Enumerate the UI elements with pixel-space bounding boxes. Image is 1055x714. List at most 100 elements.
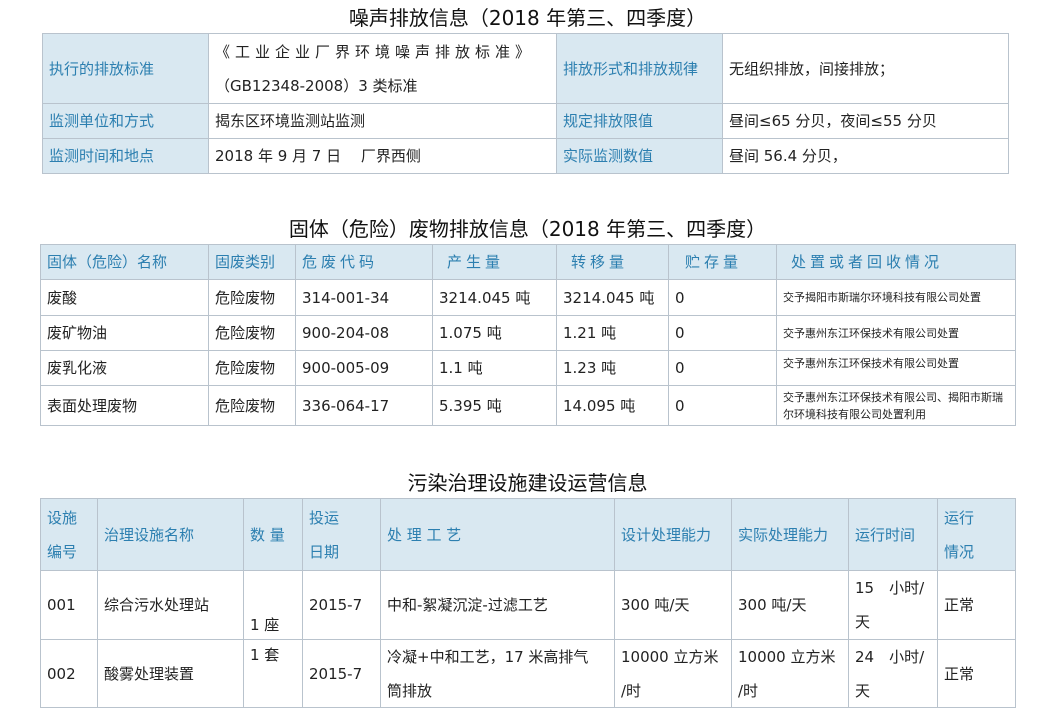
facility-header-id-line1: 设施 bbox=[47, 508, 78, 527]
waste-transferred: 3214.045 吨 bbox=[556, 279, 669, 316]
noise-table: 执行的排放标准 《工业企业厂界环境噪声排放标准》 （GB12348-2008）3… bbox=[42, 33, 1009, 174]
facility-header-status-line1: 运行 bbox=[944, 508, 975, 527]
waste-stored: 0 bbox=[668, 279, 777, 316]
facility-header-date-line2: 日期 bbox=[309, 542, 340, 561]
facility-date: 2015-7 bbox=[302, 639, 381, 708]
waste-category: 危险废物 bbox=[208, 385, 296, 426]
waste-header: 贮存量 bbox=[668, 244, 777, 280]
facility-hours-line2: 天 bbox=[855, 681, 871, 700]
facility-id: 001 bbox=[40, 570, 98, 640]
waste-stored: 0 bbox=[668, 385, 777, 426]
waste-name: 废乳化液 bbox=[40, 350, 209, 386]
waste-produced: 1.075 吨 bbox=[432, 315, 557, 351]
facility-qty: 1 套 bbox=[243, 639, 303, 708]
table-row: 废乳化液 危险废物 900-005-09 1.1 吨 1.23 吨 0 交予惠州… bbox=[40, 350, 1016, 386]
noise-value: 《工业企业厂界环境噪声排放标准》 （GB12348-2008）3 类标准 bbox=[208, 33, 557, 104]
facility-header: 处 理 工 艺 bbox=[380, 498, 615, 571]
facility-header-id-line2: 编号 bbox=[47, 542, 78, 561]
waste-header: 固体（危险）名称 bbox=[40, 244, 209, 280]
facility-header: 设计处理能力 bbox=[614, 498, 732, 571]
waste-code: 314-001-34 bbox=[295, 279, 433, 316]
noise-label: 执行的排放标准 bbox=[42, 33, 209, 104]
table-row: 表面处理废物 危险废物 336-064-17 5.395 吨 14.095 吨 … bbox=[40, 385, 1016, 426]
waste-code: 336-064-17 bbox=[295, 385, 433, 426]
facility-design-line1: 10000 立方米 bbox=[621, 647, 719, 666]
facility-header-status-line2: 情况 bbox=[944, 542, 975, 561]
facility-header-row: 设施 编号 治理设施名称 数 量 投运 日期 处 理 工 艺 设计处理能力 实际… bbox=[40, 498, 1016, 571]
noise-value: 揭东区环境监测站监测 bbox=[208, 103, 557, 139]
facility-header: 治理设施名称 bbox=[97, 498, 244, 571]
noise-label: 规定排放限值 bbox=[556, 103, 723, 139]
waste-header: 产生量 bbox=[432, 244, 557, 280]
waste-transferred: 14.095 吨 bbox=[556, 385, 669, 426]
noise-label: 监测单位和方式 bbox=[42, 103, 209, 139]
facility-hours-line2: 天 bbox=[855, 613, 871, 631]
waste-produced: 1.1 吨 bbox=[432, 350, 557, 386]
facility-status: 正常 bbox=[937, 639, 1016, 708]
waste-code: 900-005-09 bbox=[295, 350, 433, 386]
facility-header: 数 量 bbox=[243, 498, 303, 571]
facility-status: 正常 bbox=[937, 570, 1016, 640]
noise-section-title: 噪声排放信息（2018 年第三、四季度） bbox=[348, 6, 707, 30]
waste-disposal: 交予惠州东江环保技术有限公司处置 bbox=[776, 315, 1016, 351]
facility-hours-line1: 15 小时/ bbox=[855, 579, 925, 597]
table-row: 废矿物油 危险废物 900-204-08 1.075 吨 1.21 吨 0 交予… bbox=[40, 315, 1016, 351]
noise-value: 昼间≤65 分贝，夜间≤55 分贝 bbox=[722, 103, 1009, 139]
facility-name: 酸雾处理装置 bbox=[97, 639, 244, 708]
facility-qty: 1 座 bbox=[243, 570, 303, 640]
waste-header: 固废类别 bbox=[208, 244, 296, 280]
noise-label: 监测时间和地点 bbox=[42, 138, 209, 174]
noise-row: 监测时间和地点 2018 年 9 月 7 日 厂界西侧 实际监测数值 昼间 56… bbox=[42, 138, 1009, 174]
table-row: 废酸 危险废物 314-001-34 3214.045 吨 3214.045 吨… bbox=[40, 279, 1016, 316]
waste-disposal: 交予惠州东江环保技术有限公司处置 bbox=[776, 350, 1016, 386]
waste-stored: 0 bbox=[668, 315, 777, 351]
waste-produced: 3214.045 吨 bbox=[432, 279, 557, 316]
waste-disposal: 交予揭阳市斯瑞尔环境科技有限公司处置 bbox=[776, 279, 1016, 316]
noise-row: 监测单位和方式 揭东区环境监测站监测 规定排放限值 昼间≤65 分贝，夜间≤55… bbox=[42, 103, 1009, 139]
facility-id: 002 bbox=[40, 639, 98, 708]
waste-code: 900-204-08 bbox=[295, 315, 433, 351]
facility-hours: 24 小时/ 天 bbox=[848, 639, 938, 708]
waste-header-row: 固体（危险）名称 固废类别 危废代码 产生量 转移量 贮存量 处置或者回收情况 bbox=[40, 244, 1016, 280]
facility-date: 2015-7 bbox=[302, 570, 381, 640]
facility-hours: 15 小时/ 天 bbox=[848, 570, 938, 640]
facility-process: 中和-絮凝沉淀-过滤工艺 bbox=[380, 570, 615, 640]
table-row: 002 酸雾处理装置 1 套 2015-7 冷凝+中和工艺，17 米高排气 筒排… bbox=[40, 639, 1016, 708]
facility-table: 设施 编号 治理设施名称 数 量 投运 日期 处 理 工 艺 设计处理能力 实际… bbox=[40, 498, 1016, 708]
facility-header: 运行时间 bbox=[848, 498, 938, 571]
waste-section-title: 固体（危险）废物排放信息（2018 年第三、四季度） bbox=[288, 217, 767, 241]
waste-category: 危险废物 bbox=[208, 315, 296, 351]
facility-hours-line1: 24 小时/ bbox=[855, 647, 925, 666]
waste-header: 处置或者回收情况 bbox=[776, 244, 1016, 280]
facility-actual-line2: /时 bbox=[738, 681, 759, 700]
facility-process-line2: 筒排放 bbox=[387, 681, 433, 700]
noise-value: 昼间 56.4 分贝， bbox=[722, 138, 1009, 174]
facility-actual-line1: 10000 立方米 bbox=[738, 647, 836, 666]
waste-name: 废酸 bbox=[40, 279, 209, 316]
facility-design-capacity: 300 吨/天 bbox=[614, 570, 732, 640]
waste-disposal: 交予惠州东江环保技术有限公司、揭阳市斯瑞尔环境科技有限公司处置利用 bbox=[776, 385, 1016, 426]
waste-table: 固体（危险）名称 固废类别 危废代码 产生量 转移量 贮存量 处置或者回收情况 … bbox=[40, 244, 1016, 426]
facility-name: 综合污水处理站 bbox=[97, 570, 244, 640]
table-row: 001 综合污水处理站 1 座 2015-7 中和-絮凝沉淀-过滤工艺 300 … bbox=[40, 570, 1016, 640]
waste-stored: 0 bbox=[668, 350, 777, 386]
noise-label: 实际监测数值 bbox=[556, 138, 723, 174]
facility-header-date-line1: 投运 bbox=[309, 508, 340, 527]
facility-design-line2: /时 bbox=[621, 681, 642, 700]
facility-header: 投运 日期 bbox=[302, 498, 381, 571]
waste-transferred: 1.21 吨 bbox=[556, 315, 669, 351]
facility-header: 运行 情况 bbox=[937, 498, 1016, 571]
facility-header: 实际处理能力 bbox=[731, 498, 849, 571]
facility-header: 设施 编号 bbox=[40, 498, 98, 571]
noise-value: 无组织排放，间接排放； bbox=[722, 33, 1009, 104]
waste-name: 废矿物油 bbox=[40, 315, 209, 351]
facility-section-title: 污染治理设施建设运营信息 bbox=[407, 471, 648, 495]
noise-row: 执行的排放标准 《工业企业厂界环境噪声排放标准》 （GB12348-2008）3… bbox=[42, 33, 1009, 104]
noise-standard-code: （GB12348-2008）3 类标准 bbox=[215, 76, 418, 95]
waste-header: 危废代码 bbox=[295, 244, 433, 280]
waste-name: 表面处理废物 bbox=[40, 385, 209, 426]
facility-process-line1: 冷凝+中和工艺，17 米高排气 bbox=[387, 647, 589, 666]
waste-produced: 5.395 吨 bbox=[432, 385, 557, 426]
waste-header: 转移量 bbox=[556, 244, 669, 280]
waste-category: 危险废物 bbox=[208, 350, 296, 386]
